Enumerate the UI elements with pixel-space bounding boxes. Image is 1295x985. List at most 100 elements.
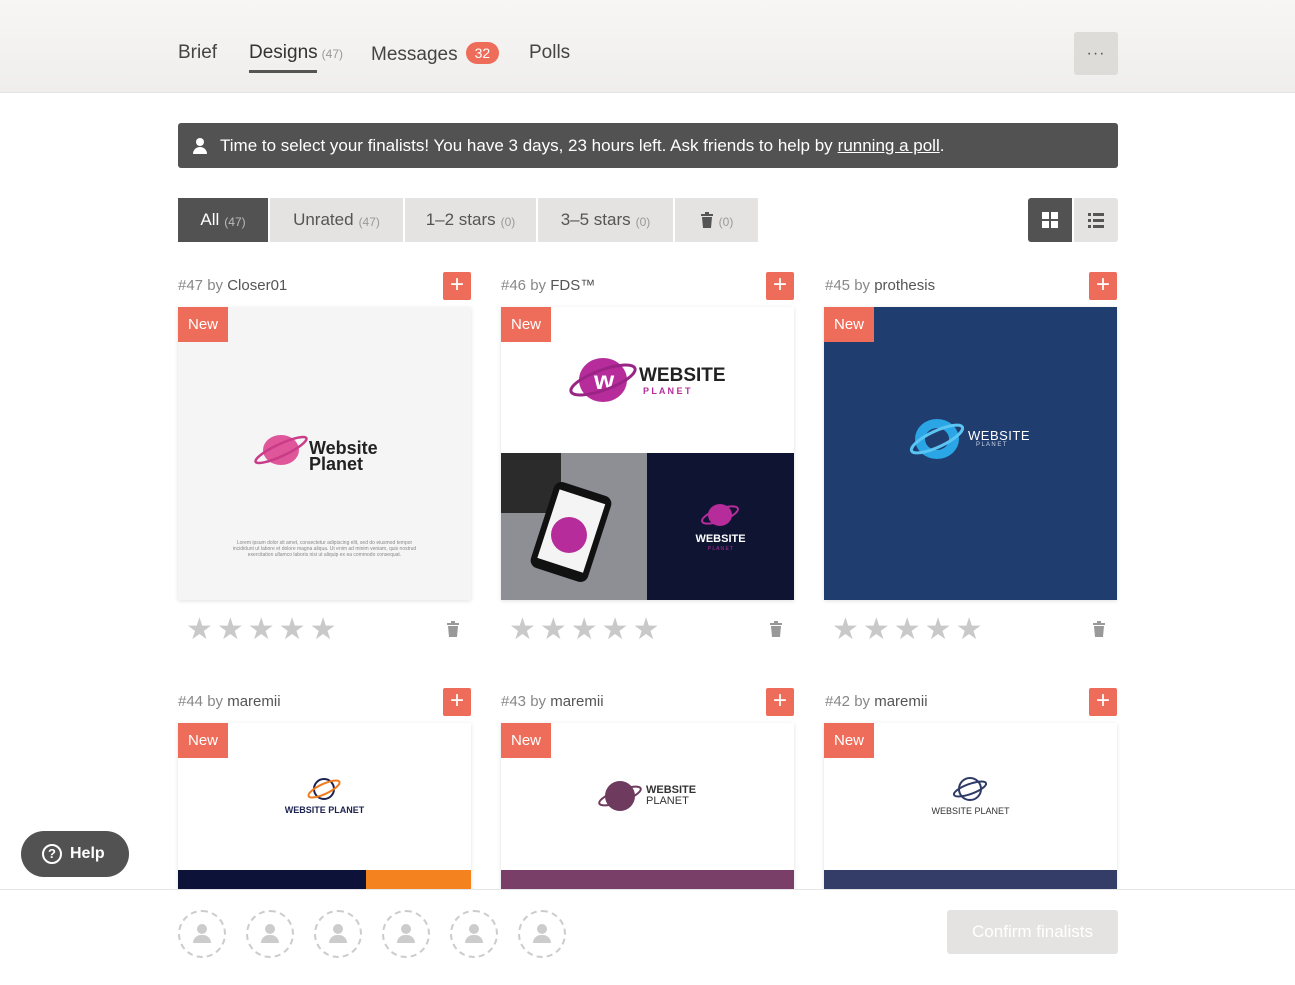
design-thumbnail[interactable]: w WEBSITE P L A N E T WEBSITE P L A N E … — [501, 307, 794, 600]
finalist-slot[interactable] — [382, 910, 430, 958]
new-badge: New — [178, 723, 229, 758]
ellipsis-icon: ··· — [1086, 44, 1106, 62]
filter-1-2-label: 1–2 stars — [425, 210, 496, 229]
filter-3-5-stars[interactable]: 3–5 stars (0) — [538, 198, 673, 242]
design-thumbnail[interactable]: WEBSITE P L A N E T New — [824, 307, 1117, 600]
finalists-footer: Confirm finalists — [0, 889, 1295, 985]
filter-3-5-label: 3–5 stars — [560, 210, 631, 229]
add-finalist-button[interactable]: + — [1089, 688, 1117, 716]
new-badge: New — [501, 723, 552, 758]
finalist-slot[interactable] — [518, 910, 566, 958]
user-icon — [192, 137, 208, 154]
design-number: #46 — [501, 277, 527, 294]
website-planet-mockup: w — [501, 358, 794, 600]
by-label: by — [530, 693, 547, 710]
add-finalist-button[interactable]: + — [766, 688, 794, 716]
designer-name[interactable]: maremii — [227, 693, 280, 710]
design-number: #45 — [825, 277, 851, 294]
tab-brief[interactable]: Brief — [178, 42, 217, 64]
filter-3-5-count: (0) — [635, 214, 651, 229]
finalist-slot[interactable] — [178, 910, 226, 958]
finalist-slot[interactable] — [450, 910, 498, 958]
filter-unrated-count: (47) — [358, 214, 380, 229]
tab-polls[interactable]: Polls — [529, 42, 570, 64]
design-number: #44 — [178, 693, 204, 710]
filter-all[interactable]: All (47) — [178, 198, 268, 242]
by-label: by — [854, 277, 871, 294]
filter-unrated[interactable]: Unrated (47) — [270, 198, 403, 242]
grid-view-button[interactable] — [1028, 198, 1072, 242]
star-rating[interactable]: ★★★★★ — [509, 612, 663, 647]
logo-text: Website Planet — [309, 439, 378, 473]
designer-name[interactable]: FDS™ — [550, 277, 595, 294]
add-finalist-button[interactable]: + — [443, 688, 471, 716]
trash-icon[interactable] — [1092, 621, 1106, 637]
filter-trashed[interactable]: (0) — [675, 198, 758, 242]
more-options-button[interactable]: ··· — [1074, 32, 1118, 75]
designer-name[interactable]: maremii — [874, 693, 927, 710]
design-number: #43 — [501, 693, 527, 710]
run-poll-link[interactable]: running a poll — [838, 136, 940, 156]
logo-line-1: WEBSITE — [968, 428, 1031, 443]
star-rating[interactable]: ★★★★★ — [186, 612, 340, 647]
design-thumbnail[interactable]: WEBSITE PLANET New — [824, 723, 1117, 889]
tab-messages[interactable]: Messages 32 — [371, 42, 500, 66]
rating-filters: All (47) Unrated (47) 1–2 stars (0) 3–5 sta… — [178, 198, 760, 242]
list-view-button[interactable] — [1074, 198, 1118, 242]
tab-designs[interactable]: Designs (47) — [249, 42, 343, 73]
new-badge: New — [824, 723, 875, 758]
help-button[interactable]: ? Help — [21, 831, 129, 877]
top-nav: Brief Designs (47) Messages 32 Polls ··· — [0, 0, 1295, 93]
add-finalist-button[interactable]: + — [766, 272, 794, 300]
design-thumbnail[interactable]: Website Planet Lorem ipsum dolor sit ame… — [178, 307, 471, 600]
card-46-header: #46 by FDS™ — [501, 277, 595, 294]
card-47-header: #47 by Closer01 — [178, 277, 287, 294]
logo-line-1: WEBSITE — [639, 365, 726, 386]
new-badge: New — [501, 307, 552, 342]
add-finalist-button[interactable]: + — [1089, 272, 1117, 300]
list-icon — [1088, 213, 1104, 228]
tab-messages-label: Messages — [371, 44, 458, 65]
messages-count-badge: 32 — [465, 42, 500, 64]
finalist-slot[interactable] — [246, 910, 294, 958]
designer-name[interactable]: prothesis — [874, 277, 935, 294]
finalist-slot[interactable] — [314, 910, 362, 958]
new-badge: New — [178, 307, 229, 342]
filter-1-2-stars[interactable]: 1–2 stars (0) — [405, 198, 536, 242]
logo-line-1: WEBSITE PLANET — [931, 806, 1010, 816]
add-finalist-button[interactable]: + — [443, 272, 471, 300]
card-44-header: #44 by maremii — [178, 693, 281, 710]
banner-text: Time to select your finalists! You have … — [220, 135, 833, 155]
filter-all-count: (47) — [224, 214, 246, 229]
tab-brief-label: Brief — [178, 42, 218, 63]
trash-icon[interactable] — [769, 621, 783, 637]
lorem-text: Lorem ipsum dolor sit amet, consectetur … — [232, 540, 417, 558]
trash-icon[interactable] — [446, 621, 460, 637]
card-43-header: #43 by maremii — [501, 693, 604, 710]
star-rating[interactable]: ★★★★★ — [832, 612, 986, 647]
logo-line-2: PLANET — [646, 795, 689, 807]
card-42-header: #42 by maremii — [825, 693, 928, 710]
confirm-finalists-button[interactable]: Confirm finalists — [947, 910, 1118, 954]
designer-name[interactable]: Closer01 — [227, 277, 287, 294]
filter-1-2-count: (0) — [500, 214, 516, 229]
design-thumbnail[interactable]: WEBSITE PLANET New — [178, 723, 471, 889]
finalists-banner: Time to select your finalists! You have … — [178, 123, 1118, 168]
design-number: #42 — [825, 693, 851, 710]
by-label: by — [530, 277, 547, 294]
design-thumbnail[interactable]: WEBSITE PLANET New — [501, 723, 794, 889]
logo-small-line-2: P L A N E T — [707, 546, 734, 552]
by-label: by — [207, 277, 224, 294]
tab-designs-label: Designs — [249, 42, 318, 63]
help-label: Help — [70, 845, 105, 862]
design-number: #47 — [178, 277, 204, 294]
filter-trashed-count: (0) — [718, 214, 734, 229]
card-45-header: #45 by prothesis — [825, 277, 935, 294]
new-badge: New — [824, 307, 875, 342]
filter-all-label: All — [200, 210, 220, 229]
logo-small-line-1: WEBSITE — [695, 533, 746, 545]
banner-period: . — [939, 135, 945, 155]
question-icon: ? — [42, 844, 62, 864]
designer-name[interactable]: maremii — [550, 693, 603, 710]
by-label: by — [854, 693, 871, 710]
